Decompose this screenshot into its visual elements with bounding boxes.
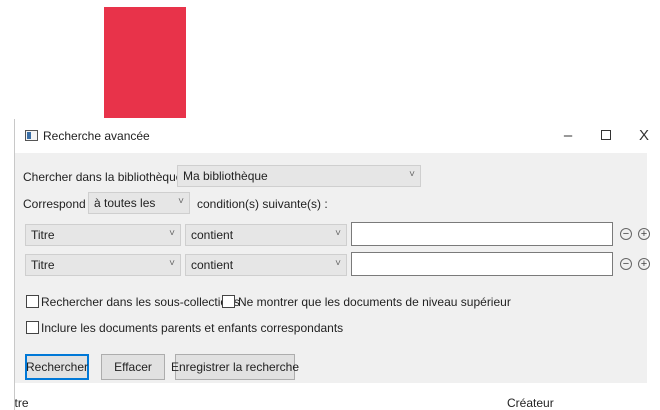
condition-operator-select[interactable]: contient ˅ (185, 254, 347, 276)
subcollections-label: Rechercher dans les sous-collections (41, 295, 240, 309)
chevron-down-icon: ˅ (169, 228, 175, 239)
library-label: Chercher dans la bibliothèque : (23, 170, 190, 184)
condition-operator-select[interactable]: contient ˅ (185, 224, 347, 246)
save-search-button[interactable]: Enregistrer la recherche (171, 354, 299, 380)
condition-value-input[interactable] (351, 222, 613, 246)
top-level-only-label: Ne montrer que les documents de niveau s… (238, 295, 511, 309)
column-header-title[interactable]: Titre (15, 396, 29, 410)
subcollections-checkbox[interactable] (26, 295, 39, 308)
chevron-down-icon: ˅ (169, 258, 175, 269)
clear-button[interactable]: Effacer (101, 354, 165, 380)
condition-operator-value: contient (191, 228, 234, 242)
condition-field-value: Titre (31, 228, 55, 242)
remove-condition-button[interactable]: − (620, 228, 632, 240)
minimize-button[interactable]: – (553, 123, 583, 147)
brand-color-block (104, 7, 186, 118)
match-mode-select[interactable]: à toutes les ˅ (88, 192, 190, 214)
remove-condition-button[interactable]: − (620, 258, 632, 270)
screen: Recherche avancée – X Chercher dans la b… (0, 0, 660, 410)
search-button[interactable]: Rechercher (25, 354, 89, 380)
include-parents-checkbox[interactable] (26, 321, 39, 334)
chevron-down-icon: ˅ (409, 169, 415, 180)
search-criteria-panel: Chercher dans la bibliothèque : Ma bibli… (15, 153, 650, 383)
title-bar: Recherche avancée – X (15, 119, 660, 153)
app-window-icon (25, 130, 38, 141)
match-mode-value: à toutes les (94, 196, 156, 210)
condition-field-select[interactable]: Titre ˅ (25, 254, 181, 276)
advanced-search-window: Recherche avancée – X Chercher dans la b… (14, 119, 660, 410)
condition-value-input[interactable] (351, 252, 613, 276)
condition-field-select[interactable]: Titre ˅ (25, 224, 181, 246)
results-table-header: Titre Créateur (15, 396, 660, 410)
window-title: Recherche avancée (43, 129, 150, 143)
close-button[interactable]: X (629, 123, 659, 147)
match-label: Correspond (23, 197, 86, 211)
chevron-down-icon: ˅ (335, 258, 341, 269)
column-header-creator[interactable]: Créateur (507, 396, 554, 410)
match-suffix-label: condition(s) suivante(s) : (197, 197, 328, 211)
library-select-value: Ma bibliothèque (183, 169, 268, 183)
maximize-icon (601, 130, 611, 140)
library-select[interactable]: Ma bibliothèque ˅ (177, 165, 421, 187)
condition-field-value: Titre (31, 258, 55, 272)
add-condition-button[interactable]: + (638, 228, 650, 240)
chevron-down-icon: ˅ (335, 228, 341, 239)
maximize-button[interactable] (591, 123, 621, 147)
top-level-only-checkbox[interactable] (222, 295, 235, 308)
chevron-down-icon: ˅ (178, 196, 184, 207)
condition-operator-value: contient (191, 258, 234, 272)
add-condition-button[interactable]: + (638, 258, 650, 270)
include-parents-label: Inclure les documents parents et enfants… (41, 321, 344, 335)
